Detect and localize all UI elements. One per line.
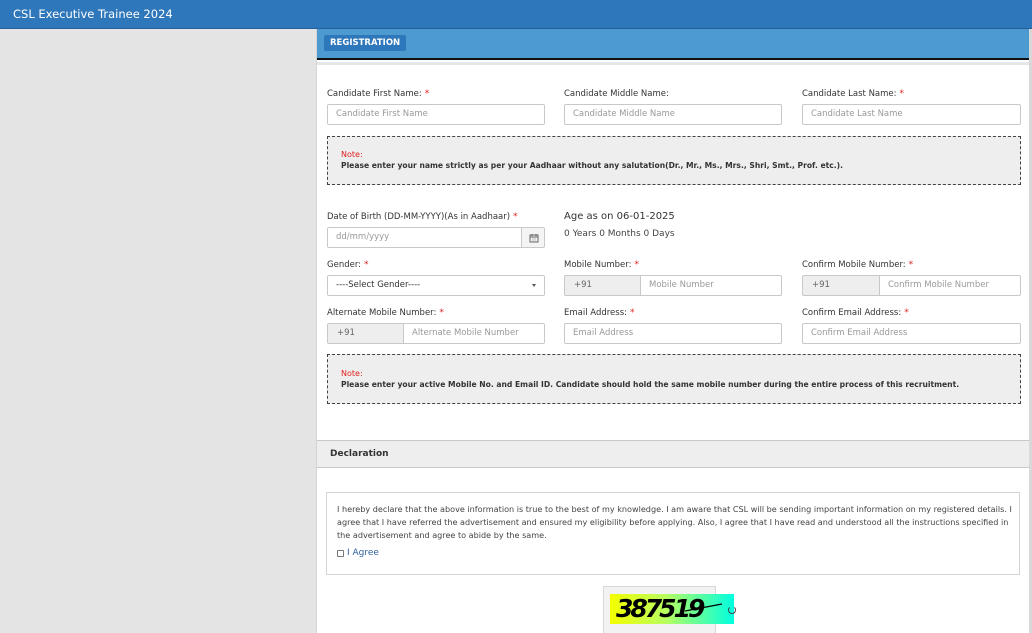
required-marker: * <box>424 89 430 99</box>
required-marker: * <box>364 260 369 270</box>
note-title: Note: <box>341 369 363 378</box>
declaration-text: I hereby declare that the above informat… <box>337 504 1012 540</box>
confirm-mobile-country-code: +91 <box>802 275 880 296</box>
alt-mobile-label: Alternate Mobile Number: * <box>327 308 444 318</box>
required-marker: * <box>513 212 518 222</box>
gender-selected-value: ----Select Gender---- <box>336 280 421 290</box>
gender-label-text: Gender: <box>327 260 362 270</box>
required-marker: * <box>630 308 635 318</box>
age-value: 0 Years 0 Months 0 Days <box>564 229 675 239</box>
confirm-email-input[interactable]: Confirm Email Address <box>802 323 1021 344</box>
first-name-label: Candidate First Name: * <box>327 89 429 99</box>
note-title: Note: <box>341 150 363 159</box>
registration-panel: REGISTRATION Candidate First Name: * Cand… <box>316 29 1030 633</box>
confirm-email-label-text: Confirm Email Address: <box>802 308 902 318</box>
mobile-country-code: +91 <box>564 275 641 296</box>
tab-registration[interactable]: REGISTRATION <box>324 35 407 51</box>
age-as-on-label: Age as on 06-01-2025 <box>564 211 675 222</box>
note-text: Please enter your active Mobile No. and … <box>341 380 960 389</box>
app-title: CSL Executive Trainee 2024 <box>13 7 173 21</box>
mobile-label-text: Mobile Number: <box>564 260 632 270</box>
dob-input[interactable]: dd/mm/yyyy <box>327 227 522 248</box>
name-note: Note: Please enter your name strictly as… <box>327 136 1021 185</box>
captcha-strike-line <box>684 603 723 612</box>
first-name-input[interactable]: Candidate First Name <box>327 104 545 125</box>
last-name-label-text: Candidate Last Name: <box>802 89 897 99</box>
last-name-input[interactable]: Candidate Last Name <box>802 104 1021 125</box>
required-marker: * <box>634 260 639 270</box>
agree-checkbox-row[interactable]: I Agree <box>337 548 379 558</box>
declaration-box: I hereby declare that the above informat… <box>326 492 1020 575</box>
required-marker: * <box>908 260 914 270</box>
confirm-mobile-input[interactable]: Confirm Mobile Number <box>879 275 1021 296</box>
last-name-label: Candidate Last Name: * <box>802 89 904 99</box>
middle-name-label: Candidate Middle Name: <box>564 89 669 99</box>
email-label: Email Address: * <box>564 308 635 318</box>
agree-checkbox[interactable] <box>337 549 344 557</box>
email-input[interactable]: Email Address <box>564 323 782 344</box>
confirm-email-label: Confirm Email Address: * <box>802 308 909 318</box>
declaration-title: Declaration <box>330 449 389 459</box>
note-text: Please enter your name strictly as per y… <box>341 161 843 170</box>
calendar-icon <box>529 234 539 243</box>
confirm-mobile-label-text: Confirm Mobile Number: <box>802 260 906 270</box>
calendar-button[interactable] <box>521 227 545 248</box>
confirm-mobile-label: Confirm Mobile Number: * <box>802 260 913 270</box>
gender-label: Gender: * <box>327 260 369 270</box>
chevron-down-icon <box>532 284 536 287</box>
alt-mobile-label-text: Alternate Mobile Number: <box>327 308 437 318</box>
required-marker: * <box>439 308 444 318</box>
middle-name-input[interactable]: Candidate Middle Name <box>564 104 782 125</box>
agree-label[interactable]: I Agree <box>347 548 379 558</box>
declaration-header: Declaration <box>317 440 1030 468</box>
divider <box>317 62 1030 65</box>
contact-note: Note: Please enter your active Mobile No… <box>327 354 1021 404</box>
app-header: CSL Executive Trainee 2024 <box>0 0 1032 29</box>
alt-mobile-country-code: +91 <box>327 323 404 344</box>
refresh-captcha-icon[interactable] <box>728 606 736 614</box>
mobile-label: Mobile Number: * <box>564 260 639 270</box>
required-marker: * <box>904 308 909 318</box>
captcha-container: 387519 <box>603 586 736 633</box>
required-marker: * <box>899 89 905 99</box>
registration-header: REGISTRATION <box>317 29 1030 60</box>
mobile-input[interactable]: Mobile Number <box>640 275 782 296</box>
alt-mobile-input[interactable]: Alternate Mobile Number <box>403 323 545 344</box>
captcha-image: 387519 <box>610 594 734 624</box>
first-name-label-text: Candidate First Name: <box>327 89 422 99</box>
email-label-text: Email Address: <box>564 308 627 318</box>
dob-label-text: Date of Birth (DD-MM-YYYY)(As in Aadhaar… <box>327 212 511 222</box>
gender-select[interactable]: ----Select Gender---- <box>327 275 545 296</box>
dob-label: Date of Birth (DD-MM-YYYY)(As in Aadhaar… <box>327 212 518 222</box>
